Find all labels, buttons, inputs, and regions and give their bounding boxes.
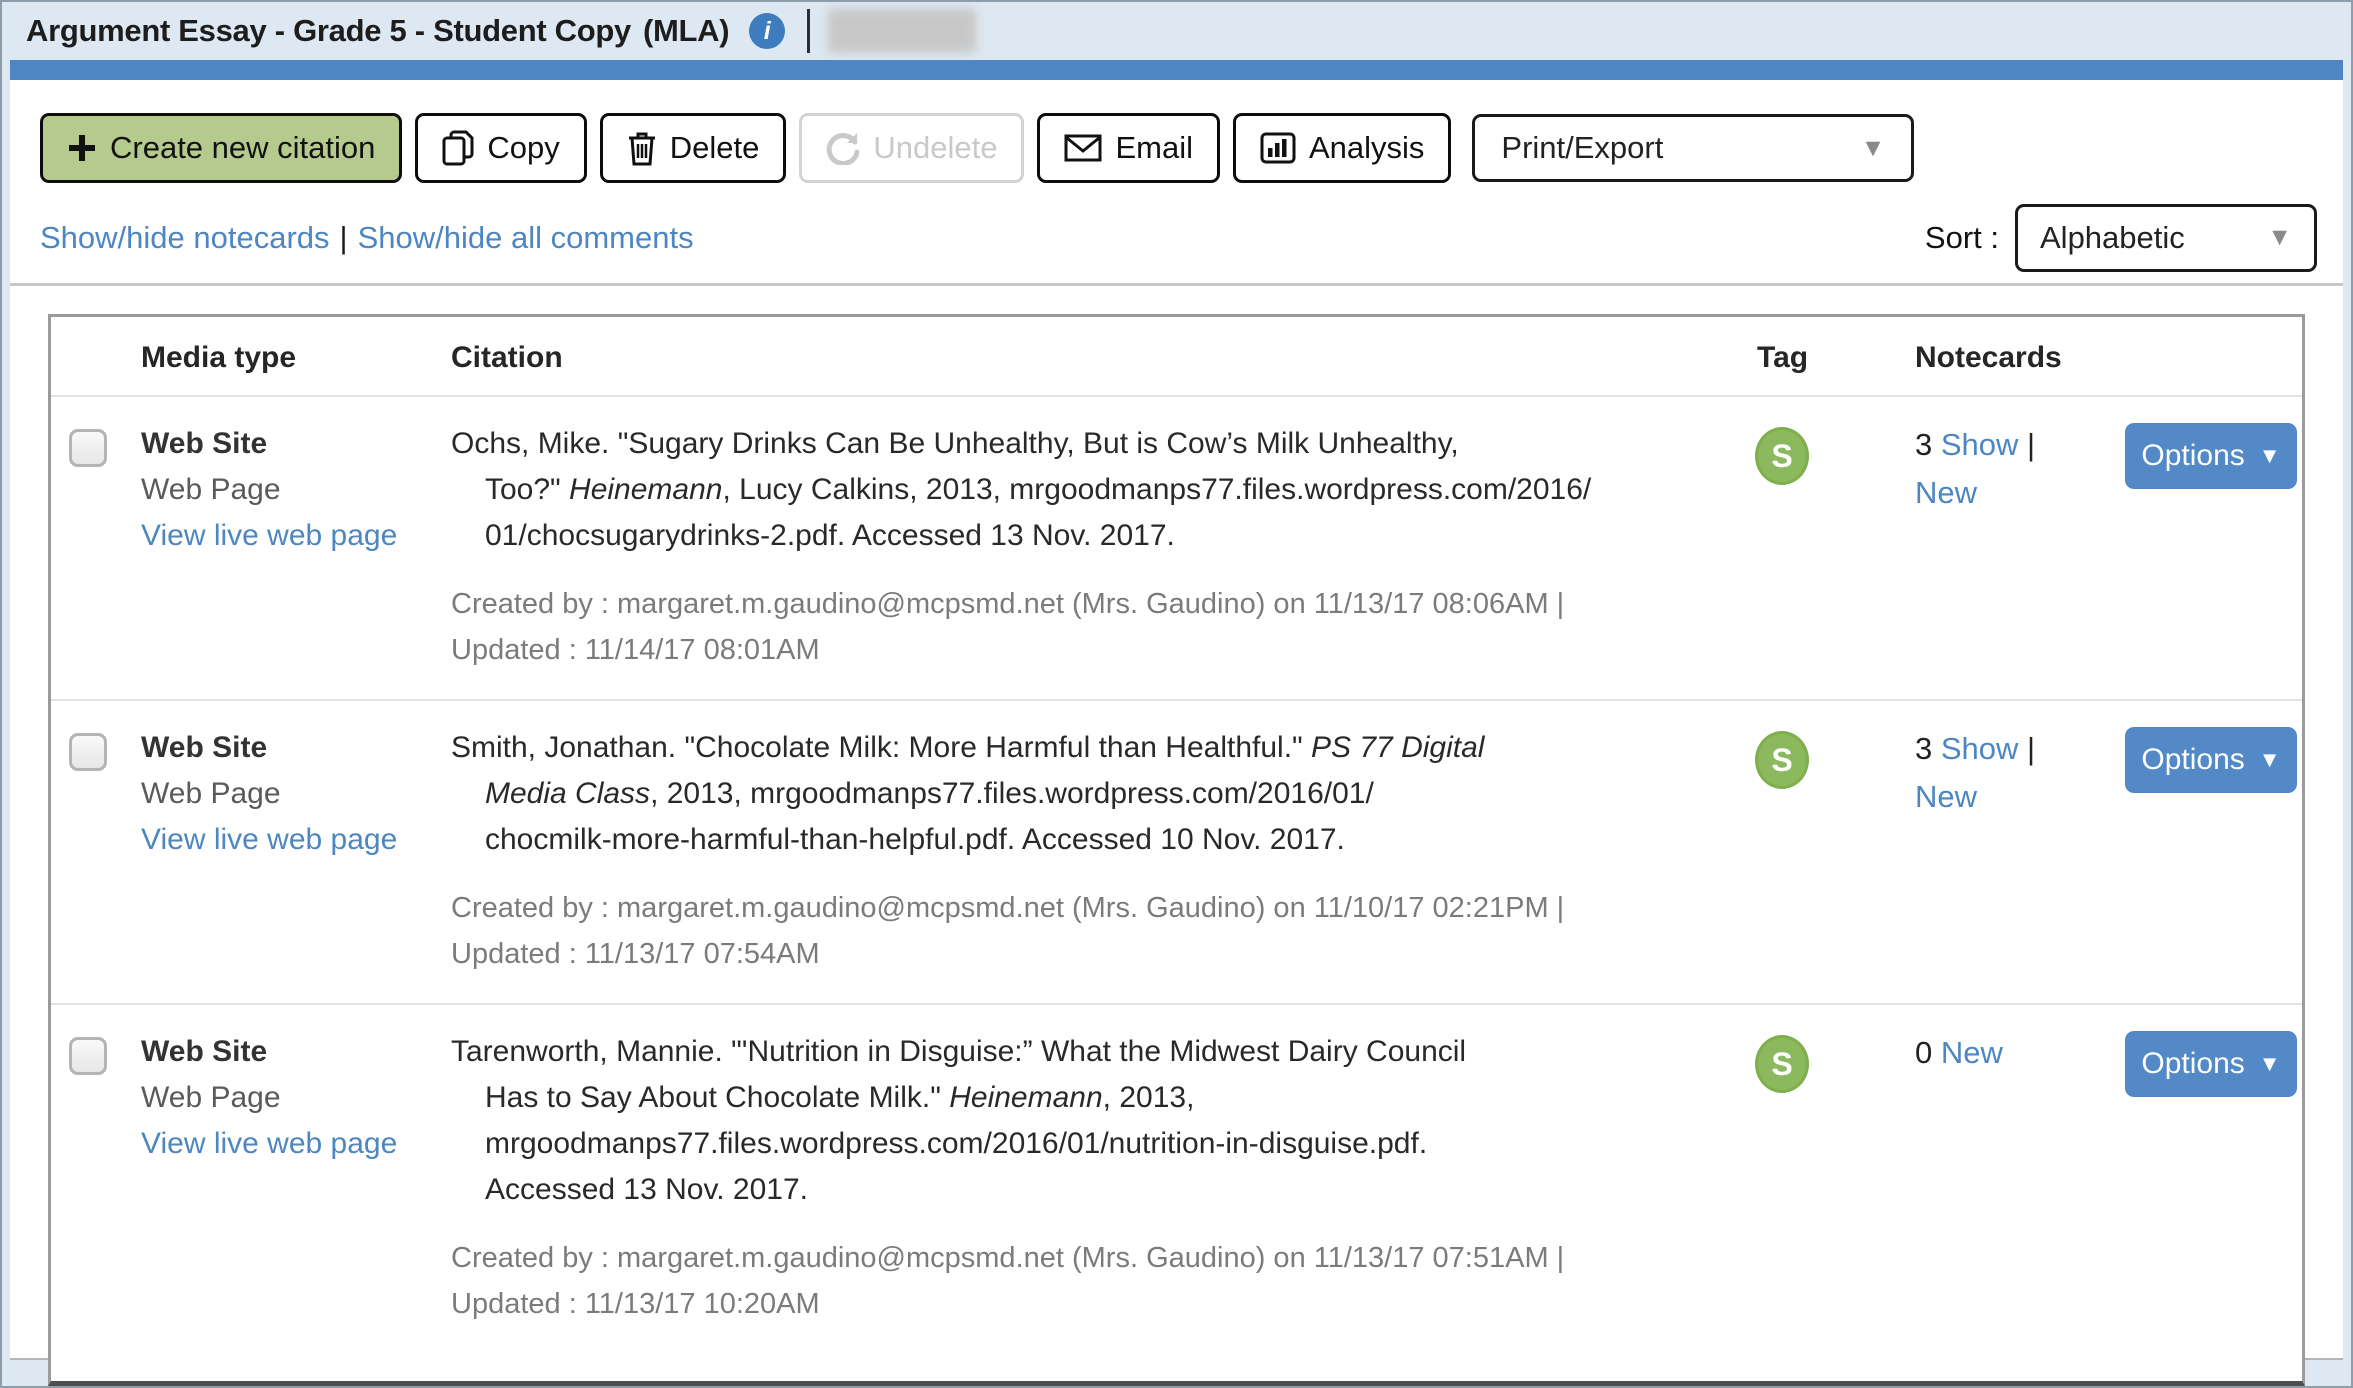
row-checkbox[interactable] (69, 1037, 107, 1075)
undelete-label: Undelete (873, 130, 998, 165)
table-row: Web Site Web Page View live web page Smi… (51, 699, 2302, 1003)
updated-line: Updated : 11/13/17 07:54AM (451, 938, 820, 970)
chevron-down-icon: ▼ (2258, 1051, 2281, 1076)
options-button[interactable]: Options ▼ (2125, 423, 2297, 489)
toolbar: Create new citation Copy Delete Undelete… (10, 80, 2343, 192)
notecards-cell: 0 New (1875, 1027, 2125, 1327)
citation-text: Tarenworth, Mannie. "'Nutrition in Disgu… (451, 1035, 1467, 1206)
delete-button[interactable]: Delete (599, 113, 787, 183)
plus-icon (69, 135, 95, 161)
notecards-show-link[interactable]: Show (1941, 731, 2019, 766)
copy-button[interactable]: Copy (415, 113, 587, 183)
col-header-media-type: Media type (141, 341, 297, 374)
show-hide-notecards-link[interactable]: Show/hide notecards (40, 220, 330, 255)
copy-label: Copy (487, 130, 560, 165)
created-by-line: Created by : margaret.m.gaudino@mcpsmd.n… (451, 1242, 1565, 1274)
sort-value: Alphabetic (2040, 219, 2185, 255)
table-header: Media type Citation Tag Notecards (51, 317, 2302, 395)
options-button[interactable]: Options ▼ (2125, 1031, 2297, 1097)
view-live-web-page-link[interactable]: View live web page (141, 817, 451, 863)
sort-control: Sort : Alphabetic ▼ (1924, 203, 2317, 272)
trash-icon (628, 132, 655, 166)
view-live-web-page-link[interactable]: View live web page (141, 513, 451, 559)
analysis-label: Analysis (1308, 130, 1425, 165)
table-row: Web Site Web Page View live web page Tar… (51, 1003, 2302, 1381)
email-button[interactable]: Email (1037, 113, 1220, 183)
sort-dropdown[interactable]: Alphabetic ▼ (2015, 203, 2317, 272)
citation-meta: Created by : margaret.m.gaudino@mcpsmd.n… (451, 1235, 1705, 1327)
copy-icon (442, 130, 474, 166)
options-label: Options (2141, 439, 2245, 472)
updated-line: Updated : 11/14/17 08:01AM (451, 634, 820, 666)
notecards-new-link[interactable]: New (1915, 779, 1977, 814)
created-by-line: Created by : margaret.m.gaudino@mcpsmd.n… (451, 588, 1565, 620)
media-subtype: Web Page (141, 473, 281, 506)
view-live-web-page-link[interactable]: View live web page (141, 1121, 451, 1167)
notecard-count: 3 (1915, 731, 1933, 766)
tag-badge[interactable]: S (1755, 731, 1809, 789)
options-label: Options (2141, 1047, 2245, 1080)
show-hide-comments-link[interactable]: Show/hide all comments (358, 220, 694, 255)
sub-bar: Show/hide notecards | Show/hide all commen… (10, 192, 2343, 286)
title-bar: Argument Essay - Grade 5 - Student Copy … (2, 2, 2351, 60)
chevron-down-icon: ▼ (2258, 747, 2281, 772)
notecards-cell: 3 Show | New (1875, 419, 2125, 673)
notecards-show-link[interactable]: Show (1941, 427, 2019, 462)
row-checkbox[interactable] (69, 429, 107, 467)
info-icon[interactable]: i (749, 13, 786, 49)
citation-text: Ochs, Mike. "Sugary Drinks Can Be Unheal… (451, 427, 1592, 552)
email-label: Email (1115, 130, 1193, 165)
create-new-citation-button[interactable]: Create new citation (40, 113, 403, 183)
created-by-line: Created by : margaret.m.gaudino@mcpsmd.n… (451, 892, 1565, 924)
citation-table: Media type Citation Tag Notecards Web Si… (48, 314, 2305, 1386)
envelope-icon (1064, 134, 1102, 162)
blue-divider-bar (10, 60, 2343, 80)
col-header-tag: Tag (1757, 341, 1809, 374)
chevron-down-icon: ▼ (2267, 223, 2292, 251)
updated-line: Updated : 11/13/17 10:20AM (451, 1288, 820, 1320)
title-divider (807, 9, 811, 53)
create-new-citation-label: Create new citation (110, 130, 376, 165)
col-header-notecards: Notecards (1915, 341, 2062, 374)
chevron-down-icon: ▼ (2258, 443, 2281, 468)
print-export-label: Print/Export (1501, 130, 1664, 165)
undelete-button: Undelete (799, 113, 1025, 183)
row-checkbox[interactable] (69, 733, 107, 771)
bar-chart-icon (1260, 132, 1296, 164)
links-separator: | (339, 219, 348, 255)
options-button[interactable]: Options ▼ (2125, 727, 2297, 793)
delete-label: Delete (669, 130, 760, 165)
analysis-button[interactable]: Analysis (1232, 113, 1452, 183)
project-title: Argument Essay - Grade 5 - Student Copy (26, 13, 631, 48)
notecards-new-link[interactable]: New (1915, 475, 1977, 510)
media-subtype: Web Page (141, 777, 281, 810)
undo-icon (827, 133, 860, 165)
notecards-cell: 3 Show | New (1875, 723, 2125, 977)
table-row: Web Site Web Page View live web page Och… (51, 395, 2302, 699)
notecards-separator: | (2027, 731, 2036, 766)
notecards-new-link[interactable]: New (1941, 1035, 2003, 1070)
citation-meta: Created by : margaret.m.gaudino@mcpsmd.n… (451, 581, 1705, 673)
col-header-citation: Citation (451, 341, 563, 374)
citation-style-label: (MLA) (642, 13, 730, 48)
main-panel: Create new citation Copy Delete Undelete… (10, 80, 2343, 1386)
redacted-user-name (828, 9, 977, 53)
notecard-count: 0 (1915, 1035, 1933, 1070)
page: Argument Essay - Grade 5 - Student Copy … (0, 0, 2353, 1388)
media-type: Web Site (141, 731, 268, 764)
citation-meta: Created by : margaret.m.gaudino@mcpsmd.n… (451, 885, 1705, 977)
print-export-dropdown[interactable]: Print/Export ▼ (1472, 114, 1915, 182)
notecards-separator: | (2027, 427, 2036, 462)
chevron-down-icon: ▼ (1860, 133, 1886, 162)
show-hide-links: Show/hide notecards | Show/hide all commen… (40, 220, 694, 256)
media-type: Web Site (141, 1035, 268, 1068)
tag-badge[interactable]: S (1755, 427, 1809, 485)
media-subtype: Web Page (141, 1081, 281, 1114)
sort-label: Sort : (1924, 219, 1999, 255)
options-label: Options (2141, 743, 2245, 776)
notecard-count: 3 (1915, 427, 1933, 462)
tag-badge[interactable]: S (1755, 1035, 1809, 1093)
media-type: Web Site (141, 427, 268, 460)
citation-text: Smith, Jonathan. "Chocolate Milk: More H… (451, 731, 1485, 856)
